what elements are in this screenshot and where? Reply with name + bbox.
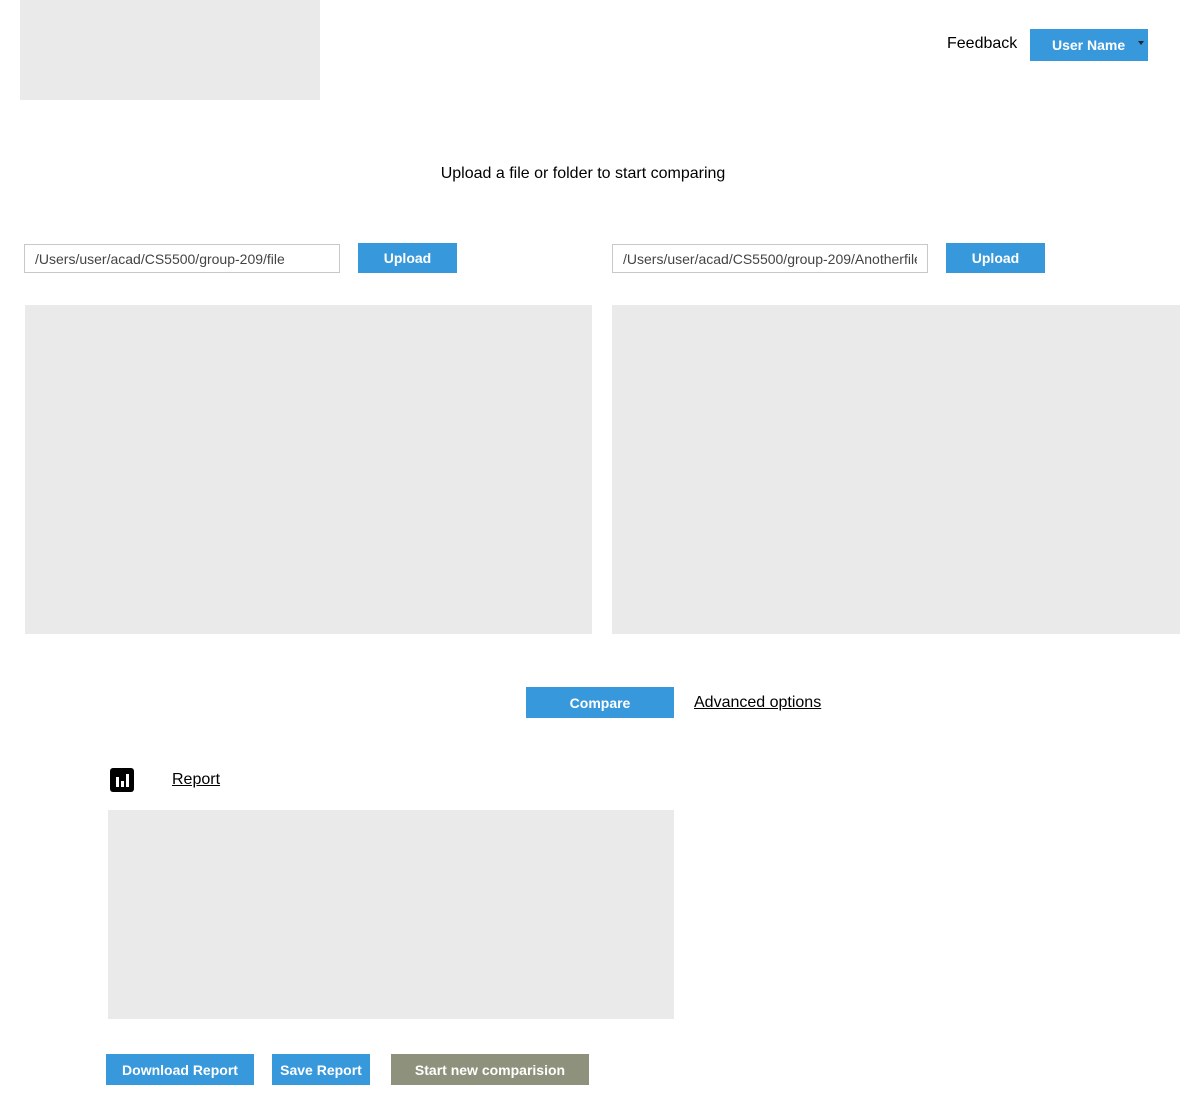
user-name-label: User Name	[1052, 37, 1126, 53]
left-upload-button[interactable]: Upload	[358, 243, 457, 273]
bar-chart-icon	[110, 768, 134, 792]
upload-instruction: Upload a file or folder to start compari…	[440, 165, 726, 182]
left-path-input[interactable]	[24, 244, 340, 273]
download-report-button[interactable]: Download Report	[106, 1054, 254, 1085]
left-file-preview	[25, 305, 592, 634]
start-new-comparison-button[interactable]: Start new comparision	[391, 1054, 589, 1085]
report-preview	[108, 810, 674, 1019]
right-upload-button[interactable]: Upload	[946, 243, 1045, 273]
report-link[interactable]: Report	[172, 770, 220, 790]
chevron-down-icon	[1138, 41, 1144, 45]
logo-placeholder	[20, 0, 320, 100]
right-path-input[interactable]	[612, 244, 928, 273]
advanced-options-link[interactable]: Advanced options	[694, 693, 821, 713]
compare-button[interactable]: Compare	[526, 687, 674, 718]
user-menu-button[interactable]: User Name	[1030, 29, 1148, 61]
right-file-preview	[612, 305, 1180, 634]
save-report-button[interactable]: Save Report	[272, 1054, 370, 1085]
feedback-link[interactable]: Feedback	[947, 33, 1017, 55]
